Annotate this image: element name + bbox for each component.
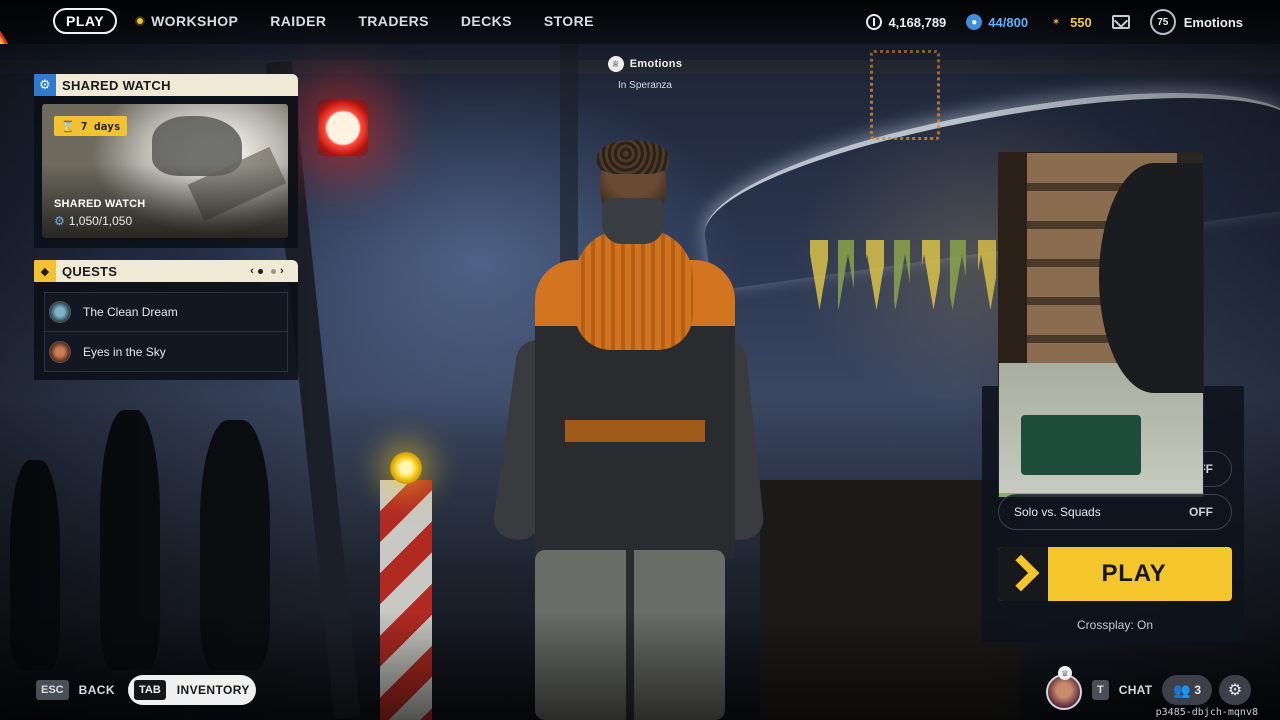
solo-vs-squads-toggle[interactable]: Solo vs. Squads OFF [998,494,1232,530]
party-leader-name: Emotions [629,58,683,70]
nav-workshop-label: WORKSHOP [151,13,239,29]
page-dot-active [258,268,264,274]
page-dot [271,268,277,274]
webcam-overlay [998,152,1204,498]
coins-amount: 4,168,789 [888,14,947,30]
solo-vs-squads-value: OFF [1189,505,1213,519]
days-remaining-label: 7 days [80,119,121,133]
crossplay-status: Crossplay: On [1076,618,1154,632]
quest-title: The Clean Dream [83,305,178,319]
quest-giver-avatar [49,301,71,323]
crown-icon: ♕ [607,56,624,72]
blue-currency-icon: ● [966,14,983,30]
rainbow-logo-icon [0,0,46,44]
shared-watch-header-label: SHARED WATCH [62,77,171,93]
gear-icon: ⚙ [34,74,56,96]
top-navigation-bar: PLAY WORKSHOP RAIDER TRADERS DECKS STORE… [0,0,1280,44]
coins-currency[interactable]: 4,168,789 [866,14,946,30]
friends-icon: 👥 [1172,681,1191,698]
shared-watch-progress: ⚙ 1,050/1,050 [54,214,132,228]
mail-icon[interactable] [1111,15,1130,29]
avatar[interactable]: ♕ [1046,666,1082,710]
location-name: In Speranza [618,80,672,91]
inventory-label: INVENTORY [176,683,250,697]
shared-watch-header: ⚙ SHARED WATCH [34,74,298,96]
gold-currency[interactable]: ✶ 550 [1048,14,1092,30]
quest-item[interactable]: Eyes in the Sky [44,332,288,372]
nav-decks-tab[interactable]: DECKS [461,13,512,29]
quests-header-label: QUESTS [62,263,118,279]
hourglass-icon: ⌛ [61,119,75,133]
chat-button[interactable]: T CHAT [1092,680,1152,700]
settings-icon[interactable]: ⚙ [1219,675,1251,705]
quest-giver-avatar [49,340,71,363]
currency-bar: 4,168,789 ● 44/800 ✶ 550 75 Emotions [866,8,1280,36]
quest-diamond-icon: ◆ [34,260,56,282]
play-button-label: PLAY [1101,560,1167,587]
gold-currency-amount: 550 [1070,14,1092,30]
inventory-button[interactable]: TAB INVENTORY [128,675,256,705]
nav-traders-tab[interactable]: TRADERS [358,13,428,29]
chevron-right-icon[interactable]: › [280,265,284,277]
friends-count: 3 [1194,683,1202,697]
days-remaining-badge: ⌛ 7 days [54,116,128,136]
esc-key-hint: ESC [36,680,69,700]
quest-title: Eyes in the Sky [83,344,166,359]
shared-watch-panel: ⌛ 7 days SHARED WATCH ⚙ 1,050/1,050 [34,96,298,248]
party-location-tag: ♕ Emotions In Speranza [590,56,700,91]
coin-icon [866,14,883,30]
quest-item[interactable]: The Clean Dream [44,292,288,332]
blue-currency[interactable]: ● 44/800 [966,14,1028,30]
shared-watch-progress-value: 1,050/1,050 [68,214,133,228]
party-leader-row: ♕ Emotions [590,56,700,72]
back-button[interactable]: ESC BACK [36,680,115,700]
nav-play-tab[interactable]: PLAY [53,8,118,34]
webcam-chair [1099,163,1203,393]
webcam-bin [1021,415,1141,475]
back-label: BACK [78,683,115,697]
nav-raider-tab[interactable]: RAIDER [270,13,326,29]
main-nav: PLAY WORKSHOP RAIDER TRADERS DECKS STORE [53,8,594,34]
player-level-badge[interactable]: 75 [1149,9,1176,35]
shared-watch-card[interactable]: ⌛ 7 days SHARED WATCH ⚙ 1,050/1,050 [42,104,288,238]
quests-pager: ‹ › [250,265,284,277]
chevron-left-icon[interactable]: ‹ [250,265,254,277]
quests-panel: The Clean Dream Eyes in the Sky [34,282,298,380]
gear-icon: ⚙ [54,214,65,228]
gold-currency-icon: ✶ [1051,16,1061,28]
play-chevron-icon [998,547,1048,601]
nav-store-tab[interactable]: STORE [544,13,594,29]
quests-header: ◆ QUESTS ‹ › [34,260,298,282]
solo-vs-squads-label: Solo vs. Squads [1014,505,1101,519]
chat-key-hint: T [1092,680,1109,700]
chat-label: CHAT [1118,683,1153,697]
bottom-bar: ESC BACK TAB INVENTORY ♕ T CHAT 👥 3 ⚙ p3… [0,666,1280,720]
tab-key-hint: TAB [134,680,166,700]
shared-watch-card-title: SHARED WATCH [54,198,146,210]
play-button[interactable]: PLAY [998,547,1232,601]
friends-button[interactable]: 👥 3 [1162,675,1212,705]
blue-currency-amount: 44/800 [988,14,1029,30]
build-id: p3485-dbjch-mqnv8 [1155,707,1258,718]
workshop-dot-icon [137,18,144,24]
crown-icon: ♕ [1058,666,1072,680]
nav-workshop-tab[interactable]: WORKSHOP [137,13,238,29]
username[interactable]: Emotions [1184,15,1243,30]
